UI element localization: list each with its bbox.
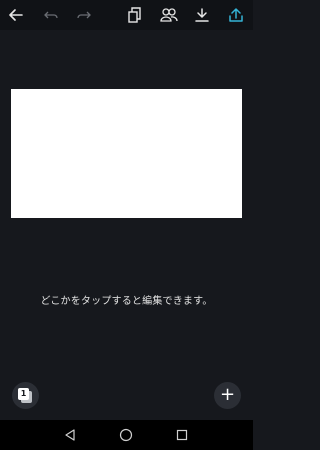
undo-icon <box>44 11 58 19</box>
arrow-left-icon <box>9 9 23 21</box>
people-icon <box>160 8 178 22</box>
page-thumbnail-button[interactable]: 1 <box>12 382 39 409</box>
redo-icon <box>77 11 91 19</box>
system-home-button[interactable] <box>119 428 133 442</box>
design-canvas-page[interactable] <box>11 89 242 218</box>
upload-icon <box>229 8 243 22</box>
tap-to-edit-hint: どこかをタップすると編集できます。 <box>40 296 213 307</box>
circle-home-icon <box>119 428 133 442</box>
redo-button[interactable] <box>72 3 96 27</box>
system-navigation-bar <box>0 420 253 450</box>
pages-button[interactable] <box>123 3 147 27</box>
system-back-button[interactable] <box>63 428 77 442</box>
square-recents-icon <box>176 429 188 441</box>
top-toolbar <box>0 0 253 30</box>
back-button[interactable] <box>4 3 28 27</box>
upload-button[interactable] <box>224 3 248 27</box>
triangle-back-icon <box>65 429 75 441</box>
copy-pages-icon <box>128 7 141 23</box>
undo-button[interactable] <box>39 3 63 27</box>
download-icon <box>195 8 209 22</box>
add-element-button[interactable]: + <box>214 382 241 409</box>
page-number-badge: 1 <box>18 388 29 400</box>
share-people-button[interactable] <box>157 3 181 27</box>
download-button[interactable] <box>190 3 214 27</box>
system-recents-button[interactable] <box>175 428 189 442</box>
